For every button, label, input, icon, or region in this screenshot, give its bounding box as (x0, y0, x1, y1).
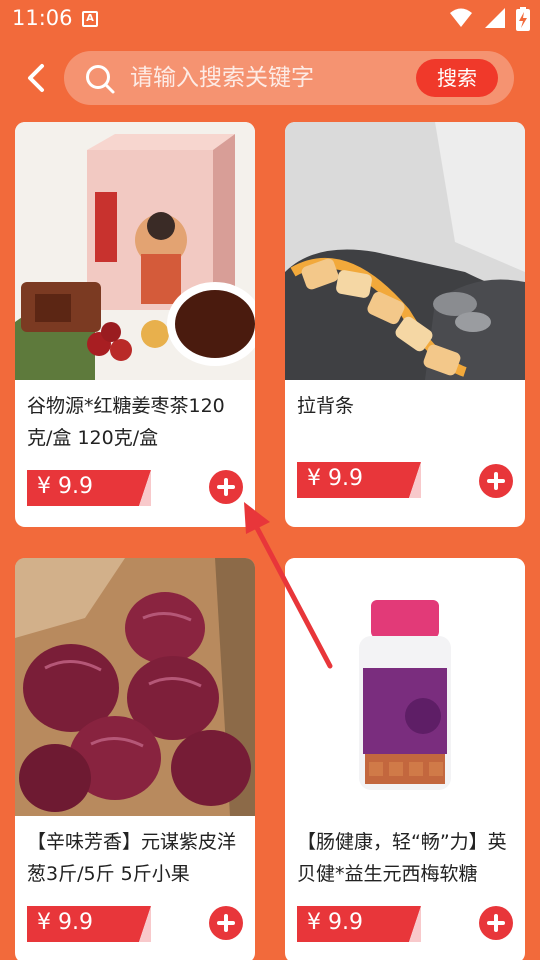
product-image-prune-gummy[interactable] (285, 558, 525, 816)
product-card[interactable]: 【肠健康，轻“畅”力】英贝健*益生元西梅软糖 ¥ 9.9 (285, 558, 525, 960)
status-time: 11:06 (12, 6, 73, 30)
battery-icon (516, 7, 530, 31)
add-to-cart-button[interactable] (479, 464, 513, 498)
price-tag: ¥ 9.9 (297, 462, 421, 498)
search-icon (86, 65, 115, 94)
search-button[interactable]: 搜索 (416, 59, 498, 97)
signal-icon (484, 8, 505, 28)
search-bar[interactable]: 搜索 (64, 51, 514, 105)
back-button[interactable] (22, 62, 52, 94)
price-text: ¥ 9.9 (37, 910, 93, 935)
chevron-left-icon (28, 64, 44, 92)
status-icons (444, 7, 530, 31)
add-to-cart-button[interactable] (479, 906, 513, 940)
product-title: 【辛味芳香】元谋紫皮洋葱3斤/5斤 5斤小果 (27, 831, 237, 885)
status-bar: 11:06 A (0, 0, 540, 40)
price-text: ¥ 9.9 (37, 474, 93, 499)
search-input[interactable] (130, 61, 400, 95)
product-title: 谷物源*红糖姜枣茶120克/盒 120克/盒 (27, 395, 225, 449)
product-image-ginger-tea[interactable] (15, 122, 255, 380)
wifi-icon (449, 8, 472, 27)
product-card[interactable]: 拉背条 ¥ 9.9 (285, 122, 525, 527)
add-to-cart-button[interactable] (209, 906, 243, 940)
price-text: ¥ 9.9 (307, 910, 363, 935)
price-tag: ¥ 9.9 (297, 906, 421, 942)
price-tag: ¥ 9.9 (27, 470, 151, 506)
add-to-cart-button[interactable] (209, 470, 243, 504)
price-tag: ¥ 9.9 (27, 906, 151, 942)
price-text: ¥ 9.9 (307, 466, 363, 491)
notification-icon: A (82, 11, 98, 27)
product-card[interactable]: 谷物源*红糖姜枣茶120克/盒 120克/盒 ¥ 9.9 (15, 122, 255, 527)
product-image-red-onions[interactable] (15, 558, 255, 816)
product-card[interactable]: 【辛味芳香】元谋紫皮洋葱3斤/5斤 5斤小果 ¥ 9.9 (15, 558, 255, 960)
product-image-massage-strap[interactable] (285, 122, 525, 380)
product-title: 拉背条 (297, 395, 355, 417)
product-title: 【肠健康，轻“畅”力】英贝健*益生元西梅软糖 (297, 831, 507, 885)
